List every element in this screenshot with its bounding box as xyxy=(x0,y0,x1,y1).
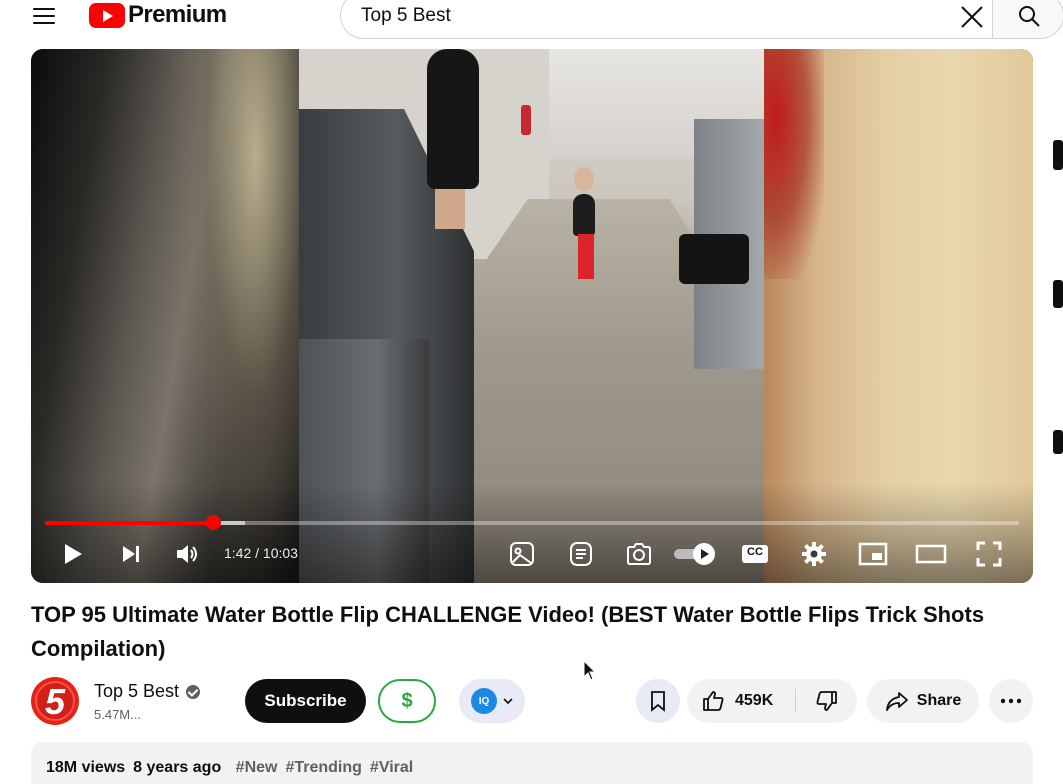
search-button[interactable] xyxy=(992,0,1063,39)
fullscreen-button[interactable] xyxy=(974,537,1004,571)
thumbs-down-icon xyxy=(816,691,837,711)
subscribe-button[interactable]: Subscribe xyxy=(245,679,366,723)
extension-icon: IQ xyxy=(471,688,497,714)
view-count: 18M views xyxy=(46,759,126,776)
image-icon xyxy=(510,542,534,566)
hashtag-link[interactable]: #New xyxy=(236,759,278,776)
subscriber-count: 5.47M... xyxy=(94,707,141,722)
chevron-down-icon xyxy=(503,698,513,705)
channel-name[interactable]: Top 5 Best xyxy=(94,681,179,702)
like-count: 459K xyxy=(735,692,774,709)
mouse-cursor-icon xyxy=(583,660,597,681)
hashtag-link[interactable]: #Trending xyxy=(285,759,361,776)
more-horizontal-icon xyxy=(1000,698,1022,704)
search-query[interactable]: Top 5 Best xyxy=(361,5,451,27)
video-title: TOP 95 Ultimate Water Bottle Flip CHALLE… xyxy=(31,602,985,661)
bookmark-icon xyxy=(651,691,665,712)
save-button[interactable] xyxy=(636,679,680,723)
description-box[interactable]: 18M views 8 years ago #New #Trending #Viral xyxy=(31,742,1033,784)
more-actions-button[interactable] xyxy=(989,679,1033,723)
share-icon xyxy=(885,692,908,711)
volume-button[interactable] xyxy=(173,537,203,571)
extension-button[interactable]: IQ xyxy=(459,679,525,723)
verified-badge-icon xyxy=(186,684,201,699)
channel-avatar[interactable]: 5 xyxy=(31,677,79,725)
volume-icon xyxy=(177,545,197,563)
youtube-premium-logo[interactable]: Premium xyxy=(89,1,227,29)
close-icon[interactable] xyxy=(958,3,986,31)
like-button[interactable]: 459K xyxy=(687,679,797,723)
like-dislike-group: 459K xyxy=(687,679,857,723)
channel-name-row[interactable]: Top 5 Best xyxy=(94,681,201,702)
thumbs-up-icon xyxy=(703,691,724,711)
next-button[interactable] xyxy=(117,537,145,571)
video-player[interactable]: 1:42 / 10:03 CC xyxy=(31,49,1033,583)
time-display: 1:42 / 10:03 xyxy=(224,545,298,561)
image-button[interactable] xyxy=(507,537,537,571)
scroll-edge-mark xyxy=(1053,280,1063,308)
progress-bar[interactable] xyxy=(45,515,1019,530)
captions-label: CC xyxy=(747,546,763,558)
thanks-button[interactable]: $ xyxy=(378,679,436,723)
theater-mode-button[interactable] xyxy=(915,537,947,571)
hashtag-link[interactable]: #Viral xyxy=(370,759,413,776)
captions-button[interactable]: CC xyxy=(740,537,770,571)
share-label: Share xyxy=(916,692,962,709)
search-input[interactable]: Top 5 Best xyxy=(340,0,992,39)
share-button[interactable]: Share xyxy=(867,679,979,723)
scroll-edge-mark xyxy=(1053,140,1063,170)
youtube-play-logo-icon xyxy=(89,2,125,28)
dislike-button[interactable] xyxy=(797,679,857,723)
camera-icon xyxy=(627,543,651,565)
divider xyxy=(795,689,796,713)
screenshot-button[interactable] xyxy=(624,537,654,571)
miniplayer-button[interactable] xyxy=(857,537,889,571)
miniplayer-icon xyxy=(858,542,888,566)
top-bar: Premium Top 5 Best xyxy=(0,0,1063,40)
play-button[interactable] xyxy=(59,537,87,571)
chapters-icon xyxy=(570,542,592,566)
avatar-text: 5 xyxy=(44,681,66,722)
next-icon xyxy=(123,546,139,562)
description-meta: 18M views 8 years ago #New #Trending #Viral xyxy=(46,759,413,777)
search-icon xyxy=(1019,6,1040,27)
logo-text: Premium xyxy=(128,1,227,28)
settings-icon xyxy=(802,542,826,566)
hamburger-menu-icon[interactable] xyxy=(30,2,60,28)
upload-age: 8 years ago xyxy=(133,759,222,776)
progress-played xyxy=(45,521,214,525)
chapters-button[interactable] xyxy=(566,537,596,571)
autoplay-toggle[interactable] xyxy=(672,537,718,571)
fullscreen-icon xyxy=(976,541,1002,567)
scroll-edge-mark xyxy=(1053,430,1063,454)
autoplay-toggle-icon xyxy=(674,543,715,565)
settings-button[interactable] xyxy=(799,537,829,571)
theater-icon xyxy=(915,544,947,564)
play-icon xyxy=(65,544,82,564)
